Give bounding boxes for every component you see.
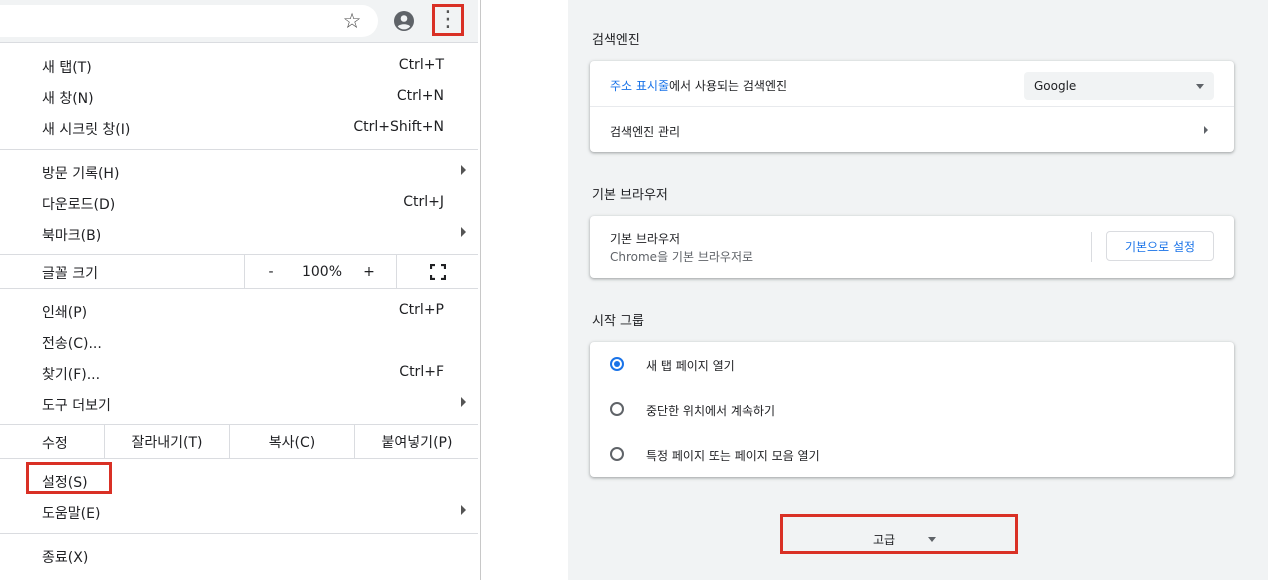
- menu-item-settings[interactable]: 설정(S): [0, 462, 478, 496]
- menu-divider: [0, 458, 478, 459]
- default-browser-card: 기본 브라우저 Chrome을 기본 브라우저로 기본으로 설정: [590, 216, 1234, 278]
- radio-unselected-icon[interactable]: [610, 402, 624, 416]
- search-engine-row: 주소 표시줄에서 사용되는 검색엔진 Google: [590, 61, 1234, 106]
- zoom-level: 100%: [301, 263, 343, 280]
- menu-item-more-tools[interactable]: 도구 더보기: [0, 388, 478, 419]
- omnibox[interactable]: [0, 5, 378, 37]
- divider: [1091, 232, 1092, 262]
- startup-option-continue[interactable]: 중단한 위치에서 계속하기: [590, 387, 1234, 432]
- chevron-down-icon: [1196, 84, 1204, 89]
- startup-option-specific-pages[interactable]: 특정 페이지 또는 페이지 모음 열기: [590, 432, 1234, 477]
- menu-item-cast[interactable]: 전송(C)...: [0, 326, 478, 357]
- menu-item-incognito[interactable]: 새 시크릿 창(I) Ctrl+Shift+N: [0, 112, 478, 143]
- menu-item-exit[interactable]: 종료(X): [0, 540, 478, 571]
- search-engine-dropdown[interactable]: Google: [1024, 72, 1214, 100]
- menu-item-find[interactable]: 찾기(F)... Ctrl+F: [0, 357, 478, 388]
- chrome-main-menu: 새 탭(T) Ctrl+T 새 창(N) Ctrl+N 새 시크릿 창(I) C…: [0, 42, 478, 571]
- advanced-button[interactable]: 고급: [780, 514, 1018, 554]
- cut-button[interactable]: 잘라내기(T): [104, 425, 229, 458]
- browser-toolbar: ☆ ⋮: [0, 0, 478, 43]
- paste-button[interactable]: 붙여넣기(P): [354, 425, 479, 458]
- menu-item-new-tab[interactable]: 새 탭(T) Ctrl+T: [0, 50, 478, 81]
- account-icon[interactable]: [390, 7, 418, 35]
- menu-divider: [0, 149, 478, 150]
- fullscreen-icon: [430, 263, 446, 280]
- zoom-in-button[interactable]: +: [348, 255, 390, 288]
- fullscreen-button[interactable]: [396, 255, 479, 288]
- edit-label: 수정: [42, 436, 68, 452]
- bookmark-star-icon[interactable]: ☆: [338, 7, 366, 35]
- menu-item-print[interactable]: 인쇄(P) Ctrl+P: [0, 295, 478, 326]
- menu-item-history[interactable]: 방문 기록(H): [0, 156, 478, 187]
- menu-item-bookmarks[interactable]: 북마크(B): [0, 218, 478, 249]
- zoom-out-button[interactable]: -: [244, 255, 297, 288]
- startup-card: 새 탭 페이지 열기 중단한 위치에서 계속하기 특정 페이지 또는 페이지 모…: [590, 342, 1234, 477]
- settings-page: 검색엔진 주소 표시줄에서 사용되는 검색엔진 Google 검색엔진 관리 기…: [568, 0, 1268, 580]
- address-bar-link[interactable]: 주소 표시줄: [610, 79, 669, 93]
- submenu-arrow-icon: [461, 165, 466, 175]
- chevron-right-icon: [1204, 126, 1208, 134]
- submenu-arrow-icon: [461, 397, 466, 407]
- set-default-button[interactable]: 기본으로 설정: [1106, 231, 1214, 261]
- chrome-menu-panel: ☆ ⋮ 새 탭(T) Ctrl+T 새 창(N) Ctrl+N 새 시크릿 창(…: [0, 0, 481, 580]
- menu-edit-row: 수정 잘라내기(T) 복사(C) 붙여넣기(P): [0, 425, 478, 458]
- menu-zoom-row: 글꼴 크기 - 100% +: [0, 255, 478, 288]
- section-title-search-engine: 검색엔진: [592, 33, 640, 48]
- radio-unselected-icon[interactable]: [610, 447, 624, 461]
- zoom-label: 글꼴 크기: [42, 266, 98, 282]
- account-circle-icon: [394, 11, 414, 31]
- submenu-arrow-icon: [461, 505, 466, 515]
- startup-option-new-tab[interactable]: 새 탭 페이지 열기: [590, 342, 1234, 387]
- more-menu-kebab-icon[interactable]: ⋮: [432, 4, 464, 36]
- menu-item-new-window[interactable]: 새 창(N) Ctrl+N: [0, 81, 478, 112]
- section-title-default-browser: 기본 브라우저: [592, 188, 668, 203]
- submenu-arrow-icon: [461, 227, 466, 237]
- section-title-startup: 시작 그룹: [592, 314, 644, 329]
- manage-search-engines-row[interactable]: 검색엔진 관리: [590, 106, 1234, 152]
- menu-item-downloads[interactable]: 다운로드(D) Ctrl+J: [0, 187, 478, 218]
- copy-button[interactable]: 복사(C): [229, 425, 354, 458]
- menu-item-help[interactable]: 도움말(E): [0, 496, 478, 527]
- menu-divider: [0, 288, 478, 289]
- radio-selected-icon[interactable]: [610, 357, 624, 371]
- chevron-down-icon: [928, 537, 936, 542]
- search-engine-card: 주소 표시줄에서 사용되는 검색엔진 Google 검색엔진 관리: [590, 61, 1234, 152]
- menu-divider: [0, 533, 478, 534]
